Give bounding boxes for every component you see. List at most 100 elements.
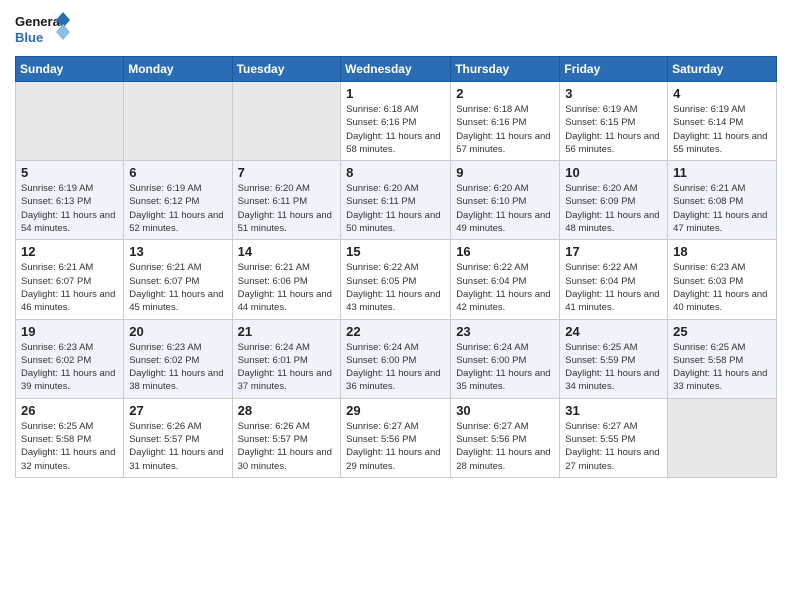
day-info: Sunrise: 6:18 AMSunset: 6:16 PMDaylight:… xyxy=(456,103,554,156)
day-number: 1 xyxy=(346,86,445,101)
day-info: Sunrise: 6:22 AMSunset: 6:05 PMDaylight:… xyxy=(346,261,445,314)
calendar-cell: 20Sunrise: 6:23 AMSunset: 6:02 PMDayligh… xyxy=(124,319,232,398)
calendar-week-row: 1 Sunrise: 6:18 AMSunset: 6:16 PMDaylight… xyxy=(16,82,777,161)
calendar-cell: 22Sunrise: 6:24 AMSunset: 6:00 PMDayligh… xyxy=(341,319,451,398)
svg-text:Blue: Blue xyxy=(15,30,43,45)
calendar-cell xyxy=(124,82,232,161)
day-number: 25 xyxy=(673,324,771,339)
day-info: Sunrise: 6:25 AMSunset: 5:58 PMDaylight:… xyxy=(673,341,771,394)
calendar-cell: 25 Sunrise: 6:25 AMSunset: 5:58 PMDayligh… xyxy=(668,319,777,398)
calendar-cell: 12Sunrise: 6:21 AMSunset: 6:07 PMDayligh… xyxy=(16,240,124,319)
weekday-header: Saturday xyxy=(668,57,777,82)
calendar-cell: 30 Sunrise: 6:27 AMSunset: 5:56 PMDayligh… xyxy=(451,398,560,477)
day-number: 26 xyxy=(21,403,118,418)
day-number: 5 xyxy=(21,165,118,180)
calendar-cell: 19 Sunrise: 6:23 AMSunset: 6:02 PMDayligh… xyxy=(16,319,124,398)
day-number: 4 xyxy=(673,86,771,101)
day-info: Sunrise: 6:27 AMSunset: 5:56 PMDaylight:… xyxy=(346,420,445,473)
day-info: Sunrise: 6:19 AMSunset: 6:15 PMDaylight:… xyxy=(565,103,662,156)
calendar-cell: 31Sunrise: 6:27 AMSunset: 5:55 PMDayligh… xyxy=(560,398,668,477)
day-info: Sunrise: 6:18 AMSunset: 6:16 PMDaylight:… xyxy=(346,103,445,156)
calendar-cell: 24 Sunrise: 6:25 AMSunset: 5:59 PMDayligh… xyxy=(560,319,668,398)
calendar-cell: 7 Sunrise: 6:20 AMSunset: 6:11 PMDaylight… xyxy=(232,161,341,240)
day-number: 10 xyxy=(565,165,662,180)
calendar-cell: 14 Sunrise: 6:21 AMSunset: 6:06 PMDayligh… xyxy=(232,240,341,319)
day-number: 11 xyxy=(673,165,771,180)
calendar-cell: 5 Sunrise: 6:19 AMSunset: 6:13 PMDaylight… xyxy=(16,161,124,240)
day-number: 13 xyxy=(129,244,226,259)
calendar-cell xyxy=(668,398,777,477)
day-number: 2 xyxy=(456,86,554,101)
calendar-cell xyxy=(16,82,124,161)
calendar-cell: 8Sunrise: 6:20 AMSunset: 6:11 PMDaylight… xyxy=(341,161,451,240)
day-number: 23 xyxy=(456,324,554,339)
calendar-week-row: 12 Sunrise: 6:21 AMSunset: 6:07 PMDayligh… xyxy=(16,240,777,319)
day-info: Sunrise: 6:25 AMSunset: 5:59 PMDaylight:… xyxy=(565,341,662,394)
logo: General Blue xyxy=(15,10,70,48)
calendar-week-row: 19 Sunrise: 6:23 AMSunset: 6:02 PMDayligh… xyxy=(16,319,777,398)
calendar-cell: 6Sunrise: 6:19 AMSunset: 6:12 PMDaylight… xyxy=(124,161,232,240)
day-info: Sunrise: 6:27 AMSunset: 5:56 PMDaylight:… xyxy=(456,420,554,473)
calendar-cell: 3 Sunrise: 6:19 AMSunset: 6:15 PMDaylight… xyxy=(560,82,668,161)
day-number: 29 xyxy=(346,403,445,418)
day-info: Sunrise: 6:19 AMSunset: 6:12 PMDaylight:… xyxy=(129,182,226,235)
day-number: 12 xyxy=(21,244,118,259)
day-number: 28 xyxy=(238,403,336,418)
weekday-header: Wednesday xyxy=(341,57,451,82)
day-number: 27 xyxy=(129,403,226,418)
day-info: Sunrise: 6:26 AMSunset: 5:57 PMDaylight:… xyxy=(238,420,336,473)
calendar-cell: 16 Sunrise: 6:22 AMSunset: 6:04 PMDayligh… xyxy=(451,240,560,319)
calendar-cell: 26 Sunrise: 6:25 AMSunset: 5:58 PMDayligh… xyxy=(16,398,124,477)
calendar-cell: 18Sunrise: 6:23 AMSunset: 6:03 PMDayligh… xyxy=(668,240,777,319)
calendar-cell: 27 Sunrise: 6:26 AMSunset: 5:57 PMDayligh… xyxy=(124,398,232,477)
calendar-week-row: 5 Sunrise: 6:19 AMSunset: 6:13 PMDaylight… xyxy=(16,161,777,240)
day-info: Sunrise: 6:25 AMSunset: 5:58 PMDaylight:… xyxy=(21,420,118,473)
day-info: Sunrise: 6:20 AMSunset: 6:11 PMDaylight:… xyxy=(238,182,336,235)
day-number: 30 xyxy=(456,403,554,418)
day-info: Sunrise: 6:24 AMSunset: 6:01 PMDaylight:… xyxy=(238,341,336,394)
logo-svg: General Blue xyxy=(15,10,70,48)
weekday-header: Monday xyxy=(124,57,232,82)
calendar-page: General Blue SundayMondayTuesdayWednesda… xyxy=(0,0,792,612)
calendar-cell: 28 Sunrise: 6:26 AMSunset: 5:57 PMDayligh… xyxy=(232,398,341,477)
calendar-cell: 2 Sunrise: 6:18 AMSunset: 6:16 PMDaylight… xyxy=(451,82,560,161)
calendar-cell: 17Sunrise: 6:22 AMSunset: 6:04 PMDayligh… xyxy=(560,240,668,319)
calendar-cell: 13 Sunrise: 6:21 AMSunset: 6:07 PMDayligh… xyxy=(124,240,232,319)
day-info: Sunrise: 6:26 AMSunset: 5:57 PMDaylight:… xyxy=(129,420,226,473)
day-number: 7 xyxy=(238,165,336,180)
day-number: 16 xyxy=(456,244,554,259)
day-info: Sunrise: 6:20 AMSunset: 6:10 PMDaylight:… xyxy=(456,182,554,235)
calendar-cell: 1 Sunrise: 6:18 AMSunset: 6:16 PMDaylight… xyxy=(341,82,451,161)
day-info: Sunrise: 6:19 AMSunset: 6:14 PMDaylight:… xyxy=(673,103,771,156)
day-number: 18 xyxy=(673,244,771,259)
day-number: 9 xyxy=(456,165,554,180)
day-number: 14 xyxy=(238,244,336,259)
day-info: Sunrise: 6:19 AMSunset: 6:13 PMDaylight:… xyxy=(21,182,118,235)
day-info: Sunrise: 6:23 AMSunset: 6:02 PMDaylight:… xyxy=(21,341,118,394)
calendar-week-row: 26 Sunrise: 6:25 AMSunset: 5:58 PMDayligh… xyxy=(16,398,777,477)
day-number: 20 xyxy=(129,324,226,339)
day-info: Sunrise: 6:27 AMSunset: 5:55 PMDaylight:… xyxy=(565,420,662,473)
day-info: Sunrise: 6:24 AMSunset: 6:00 PMDaylight:… xyxy=(346,341,445,394)
day-info: Sunrise: 6:24 AMSunset: 6:00 PMDaylight:… xyxy=(456,341,554,394)
svg-text:General: General xyxy=(15,14,63,29)
calendar-cell: 29 Sunrise: 6:27 AMSunset: 5:56 PMDayligh… xyxy=(341,398,451,477)
calendar-cell: 23 Sunrise: 6:24 AMSunset: 6:00 PMDayligh… xyxy=(451,319,560,398)
calendar-cell xyxy=(232,82,341,161)
day-number: 19 xyxy=(21,324,118,339)
day-info: Sunrise: 6:21 AMSunset: 6:08 PMDaylight:… xyxy=(673,182,771,235)
weekday-header: Sunday xyxy=(16,57,124,82)
day-number: 8 xyxy=(346,165,445,180)
day-info: Sunrise: 6:21 AMSunset: 6:06 PMDaylight:… xyxy=(238,261,336,314)
calendar-cell: 4 Sunrise: 6:19 AMSunset: 6:14 PMDaylight… xyxy=(668,82,777,161)
calendar-cell: 10Sunrise: 6:20 AMSunset: 6:09 PMDayligh… xyxy=(560,161,668,240)
day-number: 21 xyxy=(238,324,336,339)
page-header: General Blue xyxy=(15,10,777,48)
day-info: Sunrise: 6:22 AMSunset: 6:04 PMDaylight:… xyxy=(456,261,554,314)
day-number: 15 xyxy=(346,244,445,259)
day-number: 24 xyxy=(565,324,662,339)
weekday-header: Thursday xyxy=(451,57,560,82)
day-number: 3 xyxy=(565,86,662,101)
day-info: Sunrise: 6:21 AMSunset: 6:07 PMDaylight:… xyxy=(129,261,226,314)
day-info: Sunrise: 6:22 AMSunset: 6:04 PMDaylight:… xyxy=(565,261,662,314)
